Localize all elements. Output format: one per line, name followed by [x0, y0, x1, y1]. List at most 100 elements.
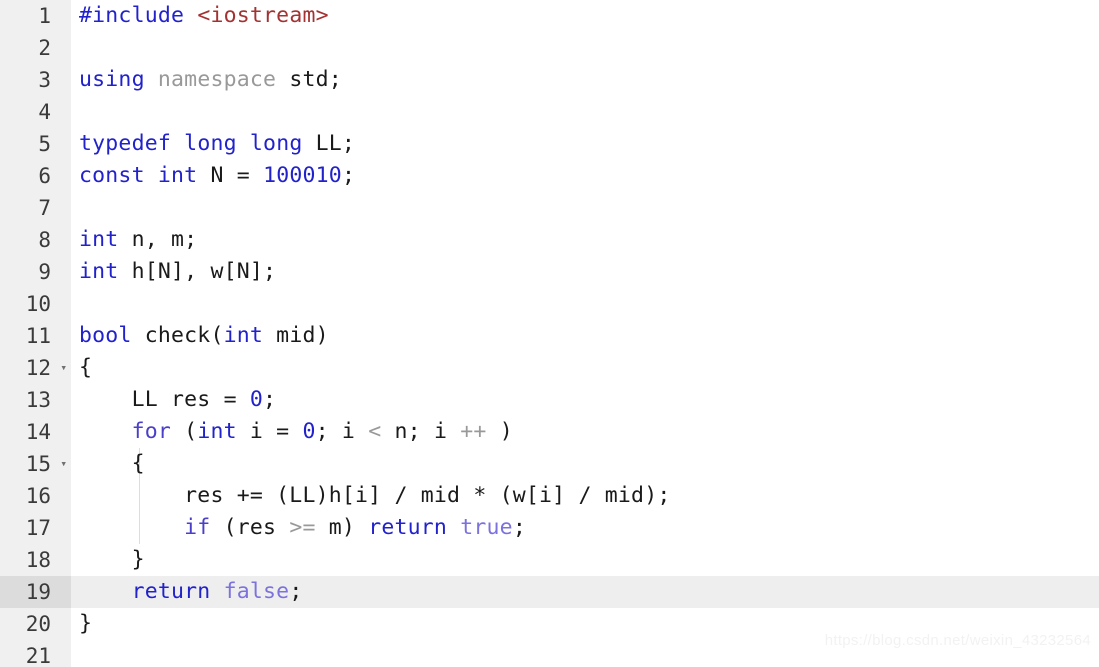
code-line-content[interactable]: for (int i = 0; i < n; i ++ ): [71, 416, 1099, 448]
code-line-content[interactable]: [71, 288, 1099, 320]
line-number: 20: [25, 612, 51, 636]
line-number: 9: [38, 260, 51, 284]
code-token: ;: [289, 579, 303, 604]
code-token: namespace: [157, 67, 277, 92]
code-token: ; i: [315, 419, 369, 444]
code-token: 0: [302, 419, 316, 444]
line-number: 4: [38, 100, 51, 124]
code-line[interactable]: 3 using namespace std;: [0, 64, 1099, 96]
code-token: >=: [289, 515, 316, 540]
code-token: ;: [341, 163, 356, 188]
code-token: false: [223, 579, 290, 604]
code-line[interactable]: 9 int h[N], w[N];: [0, 256, 1099, 288]
line-number: 13: [25, 388, 51, 412]
fold-triangle-icon[interactable]: ▾: [60, 448, 67, 480]
code-line-content[interactable]: return false;: [71, 576, 1099, 608]
code-line[interactable]: 10: [0, 288, 1099, 320]
code-line-content[interactable]: LL res = 0;: [71, 384, 1099, 416]
code-line[interactable]: 4: [0, 96, 1099, 128]
code-token: res += (LL)h[i] / mid * (w[i] / mid);: [79, 483, 671, 508]
code-line-content[interactable]: if (res >= m) return true;: [71, 512, 1099, 544]
code-line[interactable]: 8 int n, m;: [0, 224, 1099, 256]
line-number: 5: [38, 132, 51, 156]
code-token: check(: [131, 323, 224, 348]
code-token: int: [197, 419, 237, 444]
code-line[interactable]: 6 const int N = 100010;: [0, 160, 1099, 192]
code-line[interactable]: 15 ▾ {: [0, 448, 1099, 480]
code-line[interactable]: 12 ▾ {: [0, 352, 1099, 384]
line-number: 8: [38, 228, 51, 252]
code-token: (: [171, 419, 198, 444]
code-token: int: [79, 259, 119, 284]
code-token: return: [368, 515, 448, 540]
code-token: true: [460, 515, 513, 540]
code-token: i =: [236, 419, 303, 444]
code-token: int: [223, 323, 264, 348]
line-number: 14: [25, 420, 51, 444]
code-token: 0: [249, 387, 264, 412]
code-token: h[N], w[N];: [118, 259, 277, 284]
code-token: n, m;: [118, 227, 198, 252]
code-line-content[interactable]: [71, 192, 1099, 224]
code-line[interactable]: 2: [0, 32, 1099, 64]
code-line-content[interactable]: [71, 32, 1099, 64]
line-number: 15 ▾: [0, 448, 71, 480]
code-line-content[interactable]: #include <iostream>: [71, 0, 1099, 32]
code-line-content[interactable]: res += (LL)h[i] / mid * (w[i] / mid);: [71, 480, 1099, 512]
fold-triangle-icon[interactable]: ▾: [60, 352, 67, 384]
code-line[interactable]: 13 LL res = 0;: [0, 384, 1099, 416]
code-token: std;: [289, 67, 342, 92]
code-line[interactable]: 14 for (int i = 0; i < n; i ++ ): [0, 416, 1099, 448]
code-token: <: [368, 419, 382, 444]
code-line[interactable]: 17 if (res >= m) return true;: [0, 512, 1099, 544]
code-line[interactable]: 11 bool check(int mid): [0, 320, 1099, 352]
code-line[interactable]: 19 return false;: [0, 576, 1099, 608]
code-token: ): [486, 419, 513, 444]
code-line[interactable]: 1 #include <iostream>: [0, 0, 1099, 32]
code-line-content[interactable]: {: [71, 448, 1099, 480]
code-line[interactable]: 7: [0, 192, 1099, 224]
code-token: {: [79, 451, 145, 476]
code-line-content[interactable]: using namespace std;: [71, 64, 1099, 96]
code-editor[interactable]: 1 #include <iostream> 2 3 using namespace st…: [0, 0, 1099, 667]
code-line-content[interactable]: const int N = 100010;: [71, 160, 1099, 192]
code-token: LL res =: [79, 387, 250, 412]
code-token: <iostream>: [197, 3, 329, 28]
code-token: return: [131, 579, 211, 604]
line-number: 17: [25, 516, 51, 540]
code-token: const: [79, 163, 145, 188]
code-line-content[interactable]: bool check(int mid): [71, 320, 1099, 352]
line-number: 12 ▾: [0, 352, 71, 384]
line-number: 19: [0, 576, 71, 608]
code-line-content[interactable]: int n, m;: [71, 224, 1099, 256]
code-token: LL;: [315, 131, 356, 156]
code-line-content[interactable]: {: [71, 352, 1099, 384]
code-line-content[interactable]: int h[N], w[N];: [71, 256, 1099, 288]
line-number: 1: [38, 4, 51, 28]
line-number: 6: [38, 164, 51, 188]
code-line[interactable]: 5 typedef long long LL;: [0, 128, 1099, 160]
line-number: 16: [25, 484, 51, 508]
line-number: 11: [25, 324, 51, 348]
code-token: int: [157, 163, 198, 188]
code-token: #include: [79, 3, 185, 28]
code-line-content[interactable]: }: [71, 544, 1099, 576]
code-line[interactable]: 16 res += (LL)h[i] / mid * (w[i] / mid);: [0, 480, 1099, 512]
code-line-content[interactable]: [71, 96, 1099, 128]
code-line[interactable]: 18 }: [0, 544, 1099, 576]
code-token: }: [79, 547, 145, 572]
code-token: mid): [263, 323, 329, 348]
code-lines-container[interactable]: 1 #include <iostream> 2 3 using namespace st…: [0, 0, 1099, 667]
line-number: 21: [25, 644, 51, 667]
code-line-content[interactable]: typedef long long LL;: [71, 128, 1099, 160]
code-token: long: [249, 131, 303, 156]
